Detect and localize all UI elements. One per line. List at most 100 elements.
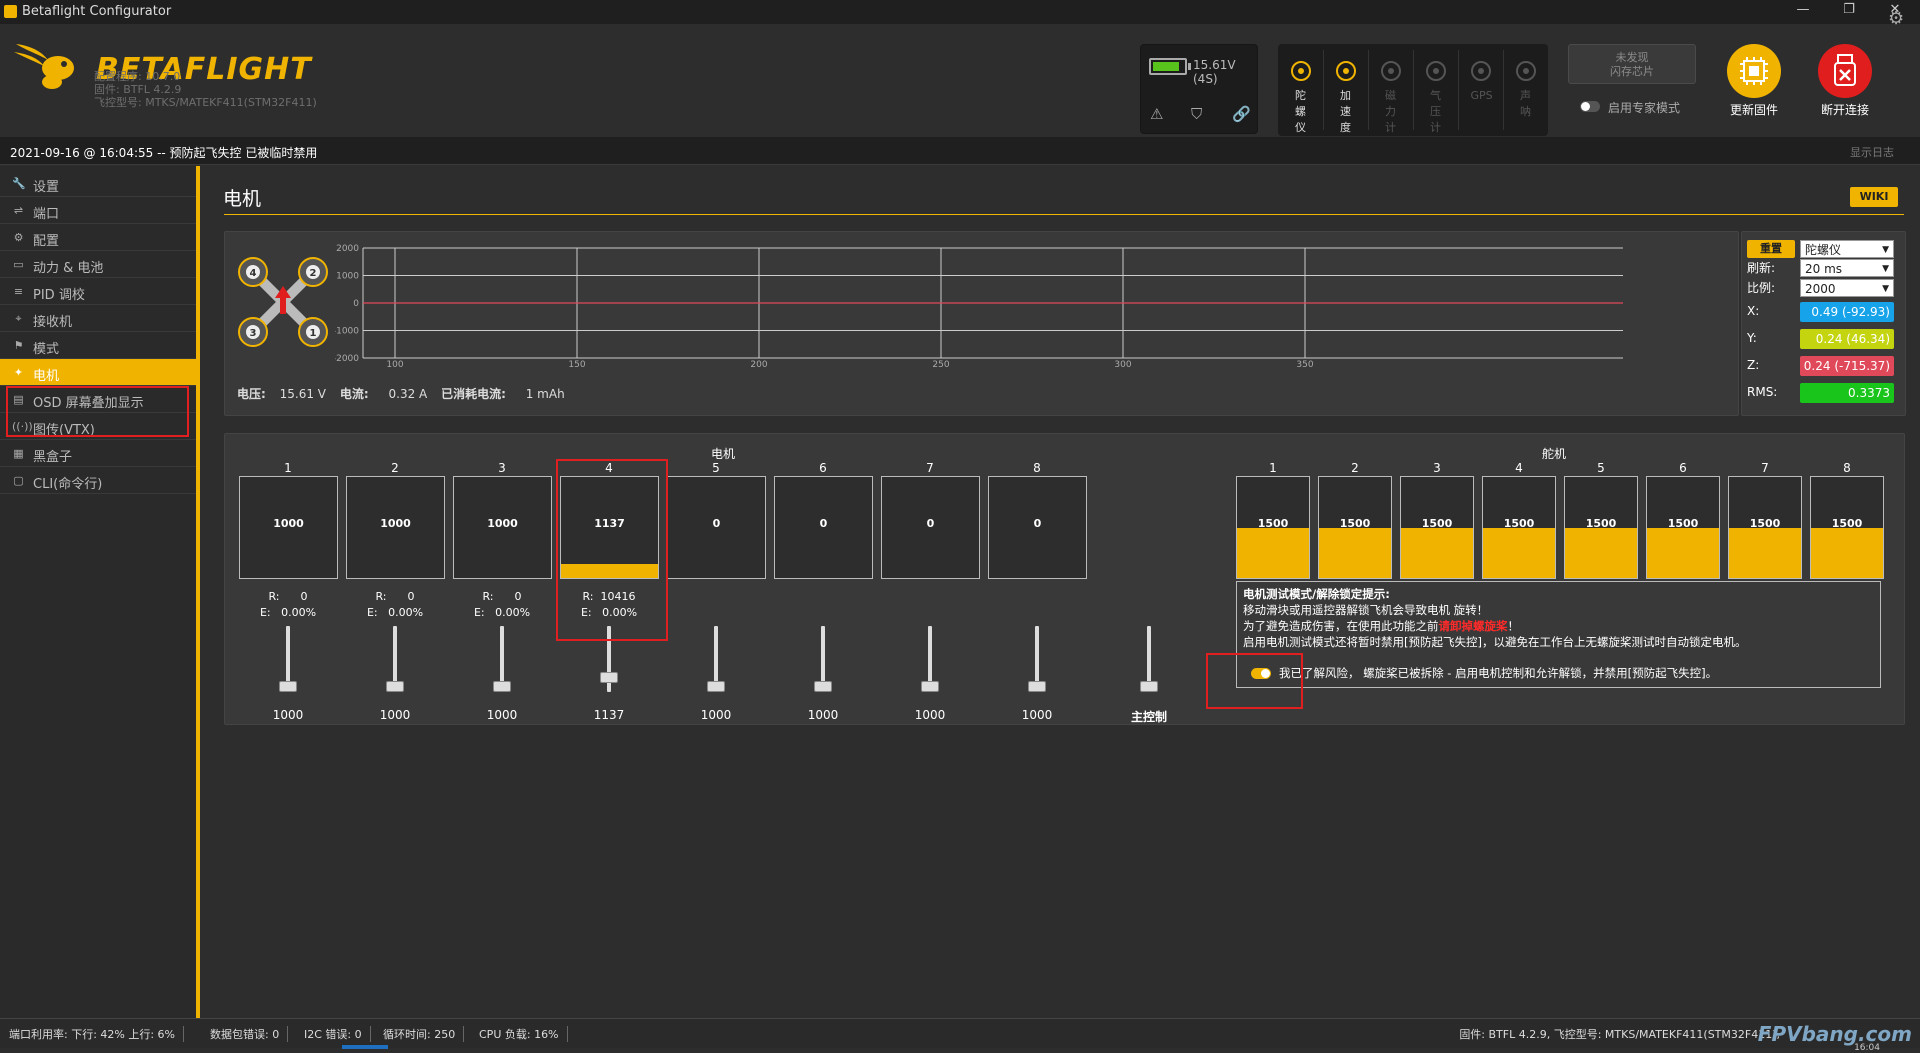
sidebar-item-11[interactable]: ▢ CLI(命令行) — [0, 467, 196, 494]
motor-telemetry: R: 0 E: 0.00% — [239, 589, 337, 621]
motor-slider-thumb[interactable] — [1028, 681, 1046, 692]
settings-gear-icon[interactable]: ⚙ — [1888, 8, 1904, 29]
master-slider-label: 主控制 — [1130, 710, 1167, 724]
motor-output-bar: 1000 — [453, 476, 552, 579]
sidebar-item-3[interactable]: ▭ 动力 & 电池 — [0, 251, 196, 278]
wrench-icon: 🔧 — [12, 177, 26, 190]
voltage-label: 电压: — [237, 387, 266, 401]
y-axis-label: Y: — [1747, 331, 1757, 345]
plug-icon: ⇌ — [13, 204, 24, 217]
chip-icon — [1740, 57, 1768, 85]
gyro-graph: 2000 1000 0 -1000 -2000 100 150 200 250 300 350 — [335, 244, 1623, 368]
z-axis-value: 0.24 (-715.37) — [1800, 356, 1894, 376]
cycle-time: 循环时间: 250 — [383, 1026, 465, 1042]
sensor-label: GPS — [1470, 89, 1493, 102]
motor-slider-thumb[interactable] — [707, 681, 725, 692]
servo-output-bar: 1500 — [1318, 476, 1392, 579]
minimize-button[interactable]: — — [1780, 2, 1826, 22]
x-tick: 350 — [1296, 360, 1313, 368]
current-value: 0.32 A — [388, 387, 428, 401]
scale-select[interactable]: 2000 ▼ — [1800, 279, 1894, 297]
sidebar-item-0[interactable]: 🔧 设置 — [0, 170, 196, 197]
gps-icon — [1470, 61, 1491, 81]
servo-fill — [1319, 527, 1391, 578]
sidebar-item-7[interactable]: ✦ 电机 — [0, 359, 196, 386]
sidebar-item-1[interactable]: ⇌ 端口 — [0, 197, 196, 224]
y-tick: -2000 — [335, 354, 359, 364]
board-name: 飞控型号: MTKS/MATEKF411(STM32F411) — [94, 96, 317, 109]
restore-button[interactable]: ❐ — [1826, 2, 1872, 22]
x-tick: 150 — [568, 360, 585, 368]
warning-line-1: 移动滑块或用遥控器解锁飞机会导致电机 旋转！ — [1243, 603, 1489, 617]
motor-output-bar: 1000 — [346, 476, 445, 579]
x-tick: 100 — [386, 360, 403, 368]
motor-output-value: 0 — [819, 517, 828, 530]
sensor-select[interactable]: 陀螺仪 ▼ — [1800, 240, 1894, 258]
x-axis-label: X: — [1747, 304, 1760, 318]
servo-fill — [1565, 527, 1637, 578]
cpu-load: CPU 负载: 16% — [479, 1026, 568, 1042]
annotation-box-sidebar — [6, 386, 189, 437]
x-tick: 250 — [932, 360, 949, 368]
sidebar-item-6[interactable]: ⚑ 模式 — [0, 332, 196, 359]
servo-output-bar: 1500 — [1236, 476, 1310, 579]
motor-slider-value: 1000 — [272, 708, 304, 722]
sidebar-nav: 🔧 设置 ⇌ 端口 ⚙ 配置 ▭ 动力 & 电池 ≡ PID 调校 ⌖ 接收机 ⚑ 模式 ✦ 电机 ▤ OSD 屏… — [0, 166, 200, 1018]
motor-slider-thumb[interactable] — [921, 681, 939, 692]
current-label: 电流: — [339, 387, 369, 401]
motor-slider-thumb[interactable] — [600, 671, 618, 683]
clock: 16:04 — [1854, 1043, 1880, 1053]
sensor-gps: GPS — [1458, 44, 1503, 136]
reset-button[interactable]: 重置 — [1747, 240, 1795, 258]
status-log-text: 2021-09-16 @ 16:04:55 -- 预防起飞失控 已被临时禁用 — [10, 146, 318, 160]
sensor-label: 气压计 — [1430, 89, 1441, 134]
motor-output-bar: 0 — [881, 476, 980, 579]
sensor-compass: 磁力计 — [1368, 44, 1413, 136]
blackbox-icon: ▦ — [13, 447, 24, 460]
wiki-button[interactable]: WIKI — [1850, 187, 1898, 207]
annotation-box-motor-4 — [556, 459, 668, 641]
scale-label: 比例: — [1747, 281, 1776, 295]
link-icon: 🔗 — [1232, 105, 1251, 123]
motor-output-value: 0 — [1033, 517, 1042, 530]
refresh-label: 刷新: — [1747, 261, 1776, 275]
app-icon — [4, 5, 17, 18]
graph-controls: 重置 陀螺仪 ▼ 刷新: 20 ms ▼ 比例: 2000 ▼ X: 0.49 (-9… — [1741, 231, 1906, 416]
servo-number: 5 — [1597, 461, 1605, 475]
gyro-icon — [1290, 61, 1311, 81]
servo-output-value: 1500 — [1421, 517, 1453, 530]
cli-icon: ▢ — [13, 474, 24, 487]
motor-telemetry: R: 0 E: 0.00% — [346, 589, 444, 621]
status-bar: 端口利用率: 下行: 42% 上行: 6% 数据包错误: 0 I2C 错误: 0… — [0, 1018, 1920, 1053]
motor-slider-thumb[interactable] — [279, 681, 297, 692]
master-slider-thumb[interactable] — [1140, 681, 1158, 692]
sidebar-item-label: 电机 — [33, 369, 60, 384]
refresh-select[interactable]: 20 ms ▼ — [1800, 259, 1894, 277]
motor-slider-value: 1000 — [486, 708, 518, 722]
servo-output-bar: 1500 — [1400, 476, 1474, 579]
svg-text:4: 4 — [250, 268, 257, 279]
expert-mode-toggle[interactable] — [1580, 101, 1600, 112]
servo-output-bar: 1500 — [1564, 476, 1638, 579]
battery-voltage: 15.61V (4S) — [1193, 58, 1236, 86]
disconnect-button[interactable] — [1818, 44, 1872, 98]
header: BETAFLIGHT 配置程序: 10.7.0 固件: BTFL 4.2.9 飞… — [0, 24, 1920, 150]
motor-slider-thumb[interactable] — [814, 681, 832, 692]
sidebar-item-label: 配置 — [33, 234, 60, 249]
sidebar-item-4[interactable]: ≡ PID 调校 — [0, 278, 196, 305]
servo-output-value: 1500 — [1749, 517, 1781, 530]
barometer-icon — [1425, 61, 1446, 81]
sidebar-item-2[interactable]: ⚙ 配置 — [0, 224, 196, 251]
title-divider — [224, 214, 1904, 215]
motor-slider-thumb[interactable] — [493, 681, 511, 692]
motor-slider-thumb[interactable] — [386, 681, 404, 692]
sidebar-item-5[interactable]: ⌖ 接收机 — [0, 305, 196, 332]
y-tick: -1000 — [335, 327, 359, 337]
sidebar-item-10[interactable]: ▦ 黑盒子 — [0, 440, 196, 467]
update-firmware-button[interactable] — [1727, 44, 1781, 98]
flash-chip-label: 未发现 闪存芯片 — [1610, 51, 1654, 78]
motor-slider-value: 1000 — [379, 708, 411, 722]
chevron-down-icon: ▼ — [1882, 264, 1889, 274]
show-log-link[interactable]: 显示日志 — [1850, 144, 1894, 160]
page-title: 电机 — [223, 188, 262, 210]
